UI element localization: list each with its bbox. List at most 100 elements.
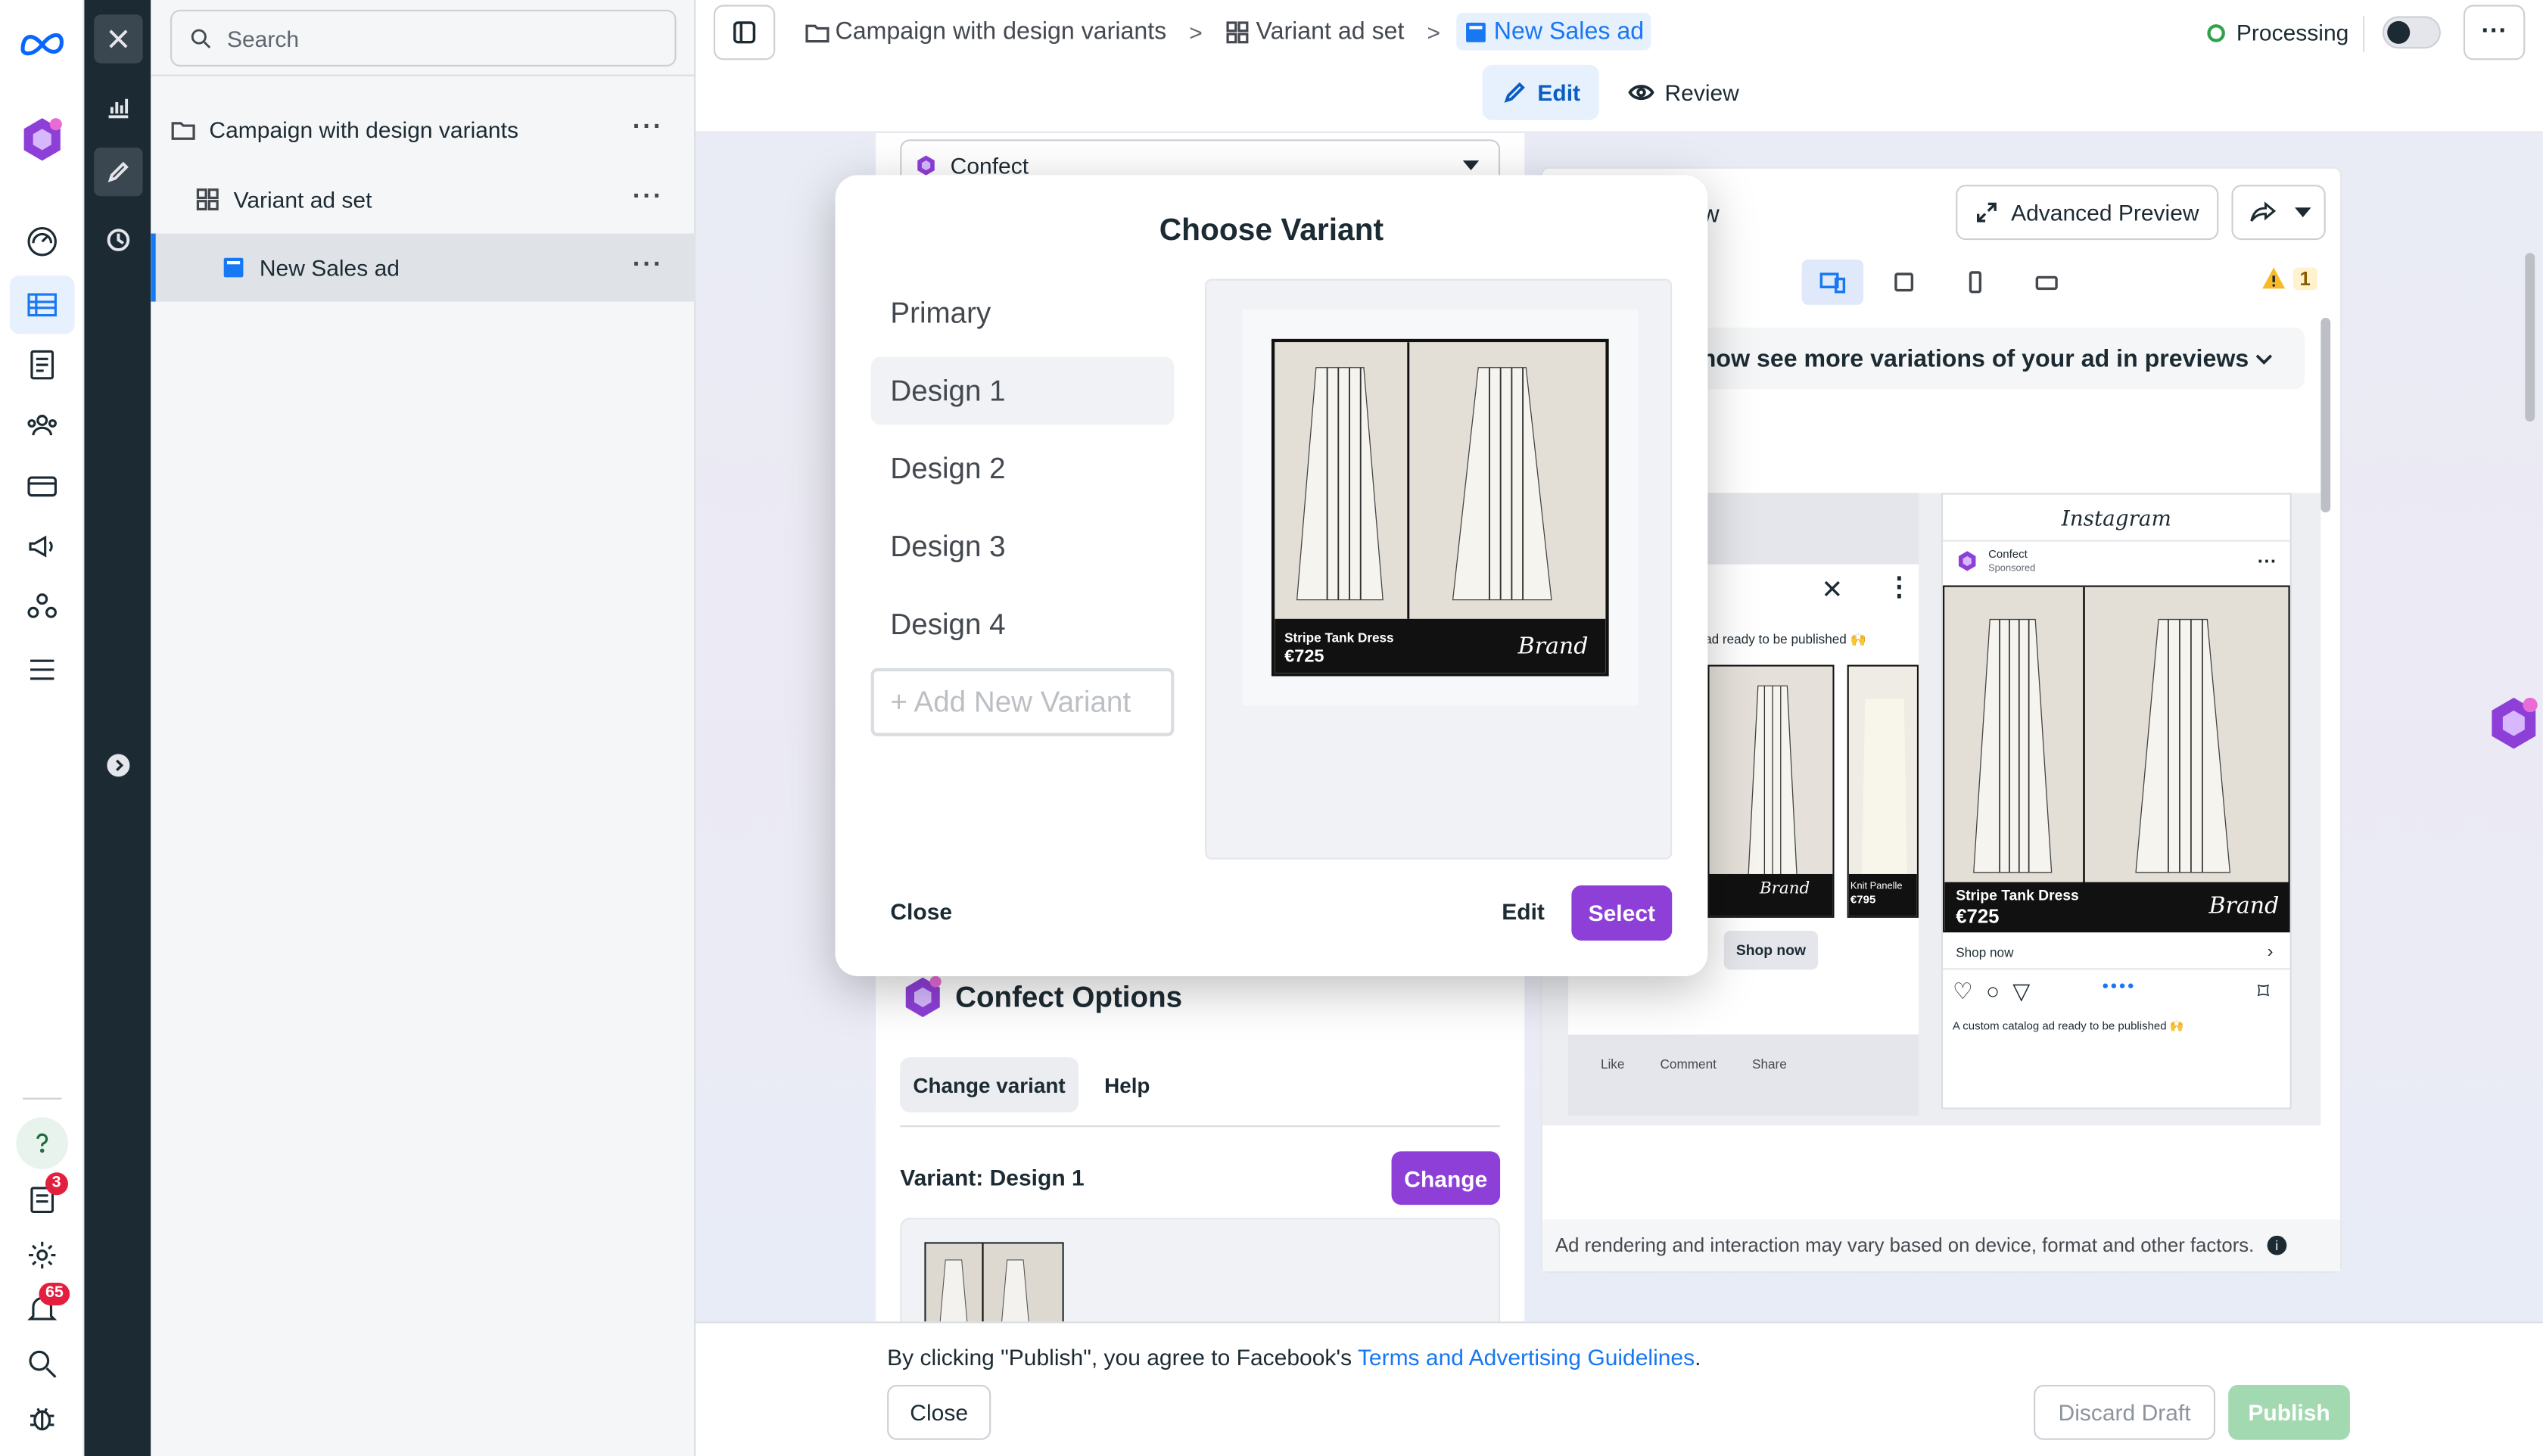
dashboard-icon[interactable]: [23, 222, 61, 261]
variant-option-primary[interactable]: Primary: [871, 279, 1175, 347]
variant-preview-panel: Stripe Tank Dress €725 Brand: [1205, 278, 1673, 860]
ig-account-name: Confect: [1988, 549, 2028, 562]
tab-review[interactable]: Review: [1610, 65, 1759, 120]
bookmark-icon[interactable]: ⌑: [2258, 978, 2269, 1005]
options-title-text: Confect Options: [955, 980, 1183, 1013]
tree-item-adset[interactable]: Variant ad set ···: [151, 166, 696, 234]
more-options-icon[interactable]: ···: [633, 252, 664, 278]
share-dropdown-button[interactable]: [2231, 185, 2326, 241]
dialog-edit-button[interactable]: Edit: [1502, 898, 1545, 924]
tab-change-variant[interactable]: Change variant: [900, 1057, 1079, 1112]
tab-edit[interactable]: Edit: [1482, 64, 1600, 120]
variant-option-design-3[interactable]: Design 3: [871, 512, 1175, 580]
charts-icon[interactable]: [94, 82, 142, 131]
comment-icon[interactable]: ○: [1986, 978, 2000, 1005]
chevron-right-icon: ›: [2267, 941, 2274, 962]
ig-shop-now-link[interactable]: Shop now: [1956, 945, 2013, 960]
variant-preview-frame: Stripe Tank Dress €725 Brand: [1242, 310, 1639, 706]
change-variant-button[interactable]: Change: [1391, 1151, 1501, 1206]
meta-logo-icon[interactable]: [16, 23, 68, 61]
status-dot-icon: [2207, 23, 2225, 42]
breadcrumb-adset[interactable]: Variant ad set: [1219, 13, 1411, 50]
tree-item-label: New Sales ad: [259, 254, 400, 281]
share-action[interactable]: Share: [1752, 1057, 1787, 1072]
help-icon[interactable]: [16, 1117, 68, 1169]
format-vertical-icon[interactable]: [1944, 260, 2006, 305]
tab-label: Edit: [1537, 79, 1581, 106]
search-input[interactable]: [226, 25, 649, 51]
more-options-icon[interactable]: ···: [633, 184, 664, 210]
send-icon[interactable]: ▽: [2012, 978, 2030, 1005]
close-icon[interactable]: ✕: [1821, 574, 1843, 607]
notifications-badge: 3: [45, 1172, 68, 1196]
warning-icon: [2262, 267, 2286, 289]
publish-button[interactable]: Publish: [2228, 1384, 2350, 1440]
confect-options-heading: Confect Options: [900, 973, 1182, 1022]
dialog-select-button[interactable]: Select: [1571, 885, 1673, 941]
terms-link[interactable]: Terms and Advertising Guidelines: [1358, 1344, 1695, 1370]
search-field[interactable]: [170, 9, 677, 67]
variant-list: Primary Design 1 Design 2 Design 3 Desig…: [870, 279, 1175, 736]
page-scrollbar[interactable]: [2525, 253, 2535, 422]
discard-draft-button[interactable]: Discard Draft: [2034, 1384, 2216, 1440]
fb-shop-now-button[interactable]: Shop now: [1723, 930, 1819, 970]
confect-app-icon[interactable]: [16, 114, 68, 166]
format-all-devices-icon[interactable]: [1801, 259, 1864, 305]
info-icon[interactable]: i: [2267, 1235, 2287, 1255]
breadcrumb-ad[interactable]: New Sales ad: [1456, 13, 1651, 51]
ad-icon: [1466, 21, 1486, 42]
ig-product-name: Stripe Tank Dress: [1956, 887, 2079, 904]
comment-action[interactable]: Comment: [1661, 1057, 1717, 1072]
ig-actions: ♡ ○ ▽: [1953, 978, 2030, 1005]
variant-option-design-1[interactable]: Design 1: [870, 356, 1175, 425]
more-options-icon[interactable]: ···: [633, 114, 664, 140]
search-icon[interactable]: [23, 1344, 61, 1383]
close-button[interactable]: Close: [887, 1384, 991, 1440]
expand-chevron-icon[interactable]: [94, 741, 142, 789]
advanced-preview-button[interactable]: Advanced Preview: [1956, 185, 2219, 241]
chevron-right-icon: >: [1427, 18, 1441, 45]
bug-report-icon[interactable]: [23, 1399, 61, 1438]
billing-icon[interactable]: [23, 467, 61, 506]
ads-manager-icon[interactable]: [23, 285, 61, 324]
dialog-close-button[interactable]: Close: [890, 898, 952, 924]
breadcrumb-label: New Sales ad: [1493, 17, 1645, 45]
edit-pencil-icon[interactable]: [94, 147, 143, 197]
more-options-icon[interactable]: ···: [2258, 549, 2277, 572]
tab-help[interactable]: Help: [1091, 1057, 1163, 1112]
chevron-down-icon: [2255, 354, 2273, 365]
folder-icon: [805, 23, 830, 42]
confect-launcher-icon[interactable]: [2485, 694, 2543, 752]
settings-gear-icon[interactable]: [23, 1236, 61, 1274]
variant-option-design-2[interactable]: Design 2: [871, 434, 1175, 502]
ig-ad-image: [1943, 585, 2290, 933]
like-action[interactable]: Like: [1601, 1057, 1624, 1072]
format-landscape-icon[interactable]: [2016, 260, 2078, 305]
warnings-indicator[interactable]: 1: [2261, 266, 2317, 291]
format-square-icon[interactable]: [1873, 260, 1934, 305]
business-tools-icon[interactable]: [23, 587, 61, 626]
history-clock-icon[interactable]: [94, 216, 142, 264]
add-new-variant-button[interactable]: + Add New Variant: [870, 667, 1175, 736]
dialog-title: Choose Variant: [1159, 213, 1384, 248]
brand-logo-text: Brand: [2208, 893, 2280, 919]
dark-mode-toggle[interactable]: [2382, 16, 2441, 49]
more-vertical-icon[interactable]: ⋮: [1886, 571, 1912, 603]
catalog-icon[interactable]: [23, 345, 61, 384]
all-tools-menu-icon[interactable]: [23, 650, 61, 689]
tree-item-ad[interactable]: New Sales ad ···: [151, 233, 696, 302]
heart-icon[interactable]: ♡: [1953, 978, 1973, 1005]
preview-scrollbar[interactable]: [2320, 317, 2331, 513]
processing-status: Processing: [2207, 20, 2348, 45]
campaign-megaphone-icon[interactable]: [23, 527, 61, 565]
tree-item-campaign[interactable]: Campaign with design variants ···: [151, 95, 696, 163]
carousel-card-2-image: [1847, 664, 1919, 918]
more-menu-button[interactable]: ···: [2463, 5, 2526, 61]
audiences-icon[interactable]: [23, 406, 61, 444]
variant-option-design-4[interactable]: Design 4: [871, 590, 1175, 658]
breadcrumb-campaign[interactable]: Campaign with design variants: [798, 13, 1173, 50]
toggle-panel-button[interactable]: [713, 5, 776, 61]
variant-thumbnail: [924, 1242, 1064, 1322]
expand-icon: [1977, 202, 1997, 222]
close-icon[interactable]: [94, 14, 143, 64]
